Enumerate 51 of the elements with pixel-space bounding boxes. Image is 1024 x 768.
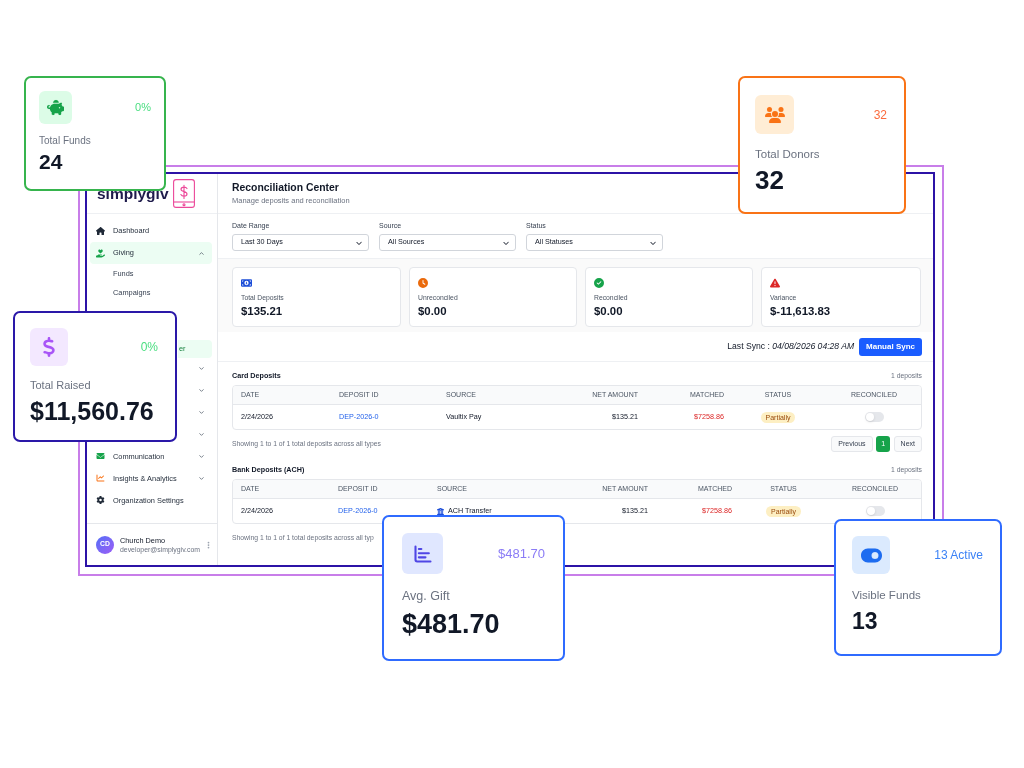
stat-value: 32 <box>755 166 785 194</box>
hand-heart-icon <box>96 248 105 258</box>
chevron-down-icon <box>503 239 509 246</box>
logo-text: simplygiv <box>97 185 169 202</box>
dollar-icon <box>30 328 68 366</box>
trend-value: 13 Active <box>934 547 983 564</box>
manual-sync-button[interactable]: Manual Sync <box>859 337 922 356</box>
house-icon <box>96 227 105 235</box>
users-icon <box>755 95 794 134</box>
more-icon[interactable] <box>207 540 210 549</box>
stat-label: Total Raised <box>30 378 92 392</box>
toggle-switch[interactable] <box>865 506 885 516</box>
chevron-down-icon[interactable] <box>198 430 205 438</box>
stat-value: $481.70 <box>402 609 501 639</box>
toggle-icon <box>852 536 890 574</box>
piggy-bank-icon <box>39 91 72 124</box>
page-title: Reconciliation Center <box>232 181 340 194</box>
warning-icon <box>770 278 780 288</box>
stat-label: Visible Funds <box>852 588 922 602</box>
stat-value: 24 <box>39 150 64 174</box>
bar-chart-icon <box>402 533 443 574</box>
toggle-switch[interactable] <box>864 412 884 422</box>
summary-value: $0.00 <box>418 304 448 318</box>
stat-label: Total Donors <box>755 147 821 161</box>
chevron-down-icon[interactable] <box>198 365 205 373</box>
trend-value: $481.70 <box>498 544 545 563</box>
chevron-down-icon[interactable] <box>198 474 205 482</box>
trend-value: 0% <box>135 100 151 116</box>
trend-value: 32 <box>873 106 887 124</box>
stat-value: $11,560.76 <box>30 397 155 425</box>
chevron-down-icon[interactable] <box>198 452 205 460</box>
trend-value: 0% <box>140 339 158 356</box>
last-sync-text: Last Sync : 04/08/2026 04:28 AM <box>727 340 855 353</box>
clock-icon <box>418 278 428 288</box>
chevron-down-icon <box>650 239 656 246</box>
bank-icon <box>437 507 444 515</box>
envelope-icon <box>96 452 105 461</box>
chevron-down-icon[interactable] <box>198 409 205 416</box>
chevron-down-icon[interactable] <box>198 387 205 395</box>
settings-icon <box>96 496 105 505</box>
stat-label: Avg. Gift <box>402 589 451 604</box>
line-chart-icon <box>96 474 105 483</box>
chevron-up-icon[interactable] <box>198 249 205 257</box>
chevron-down-icon <box>356 239 362 246</box>
stat-label: Total Funds <box>39 135 92 147</box>
summary-value: $0.00 <box>594 304 624 318</box>
summary-value: $135.21 <box>241 304 284 318</box>
banknote-icon <box>241 278 252 288</box>
summary-value: $-11,613.83 <box>770 304 832 318</box>
phone-dollar-icon <box>172 179 195 208</box>
stat-value: 13 <box>852 608 879 634</box>
